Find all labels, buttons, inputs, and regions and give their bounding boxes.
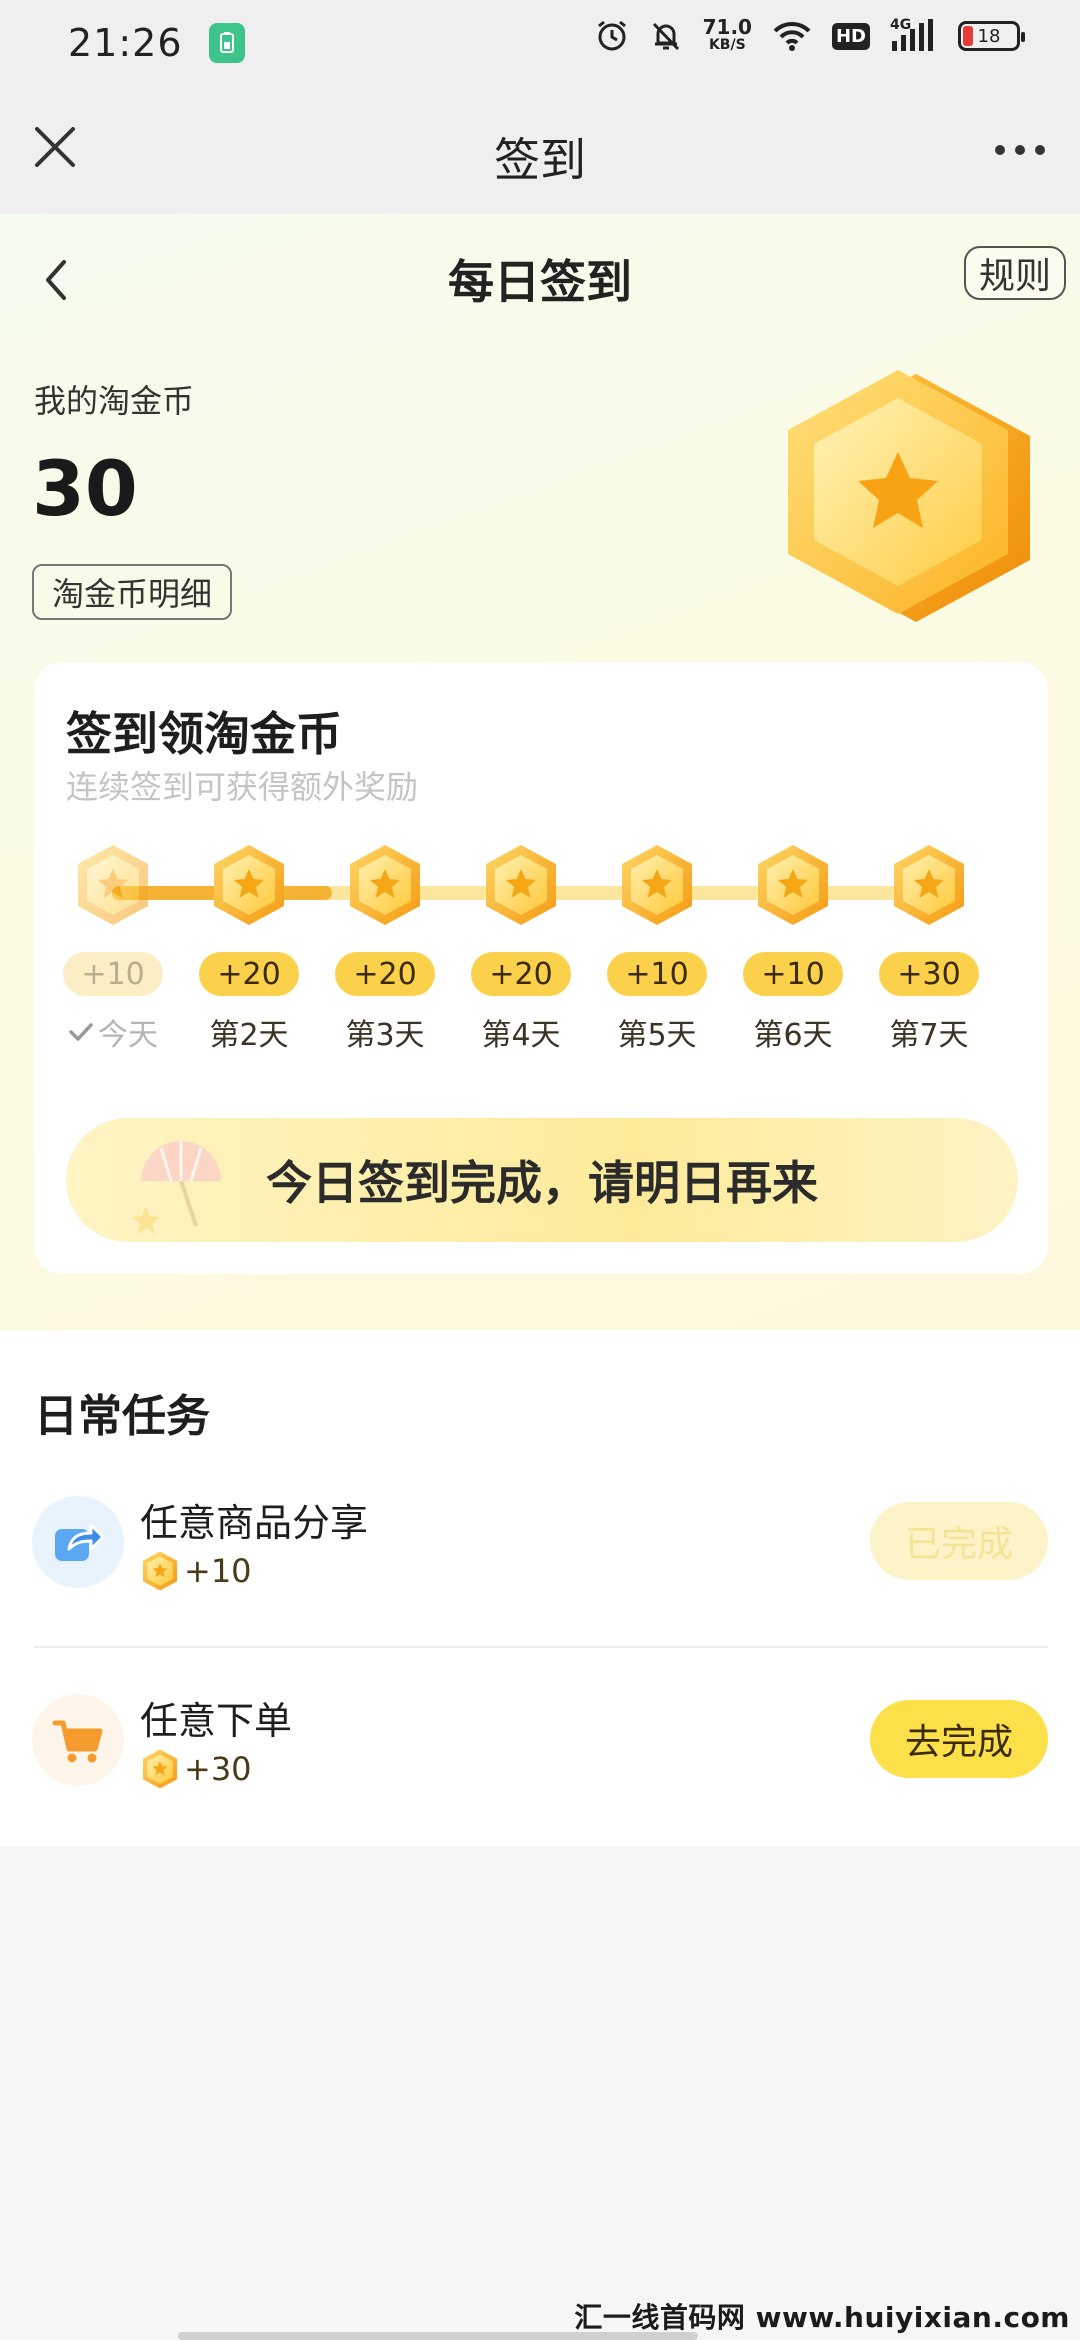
signin-day: +20 第3天 [320, 842, 450, 1053]
net-speed: 71.0 KB/S [703, 17, 752, 54]
signin-done-label: 今日签到完成，请明日再来 [266, 1156, 818, 1210]
wifi-icon [773, 21, 811, 51]
task-go-button[interactable]: 去完成 [870, 1700, 1048, 1778]
coin-badge-icon [788, 370, 1030, 622]
signin-day: +10 今天 [48, 842, 178, 1053]
battery-icon: 18 [958, 21, 1025, 51]
day-reward: +20 [471, 952, 571, 996]
alarm-icon [597, 20, 626, 51]
day-reward: +30 [879, 952, 979, 996]
coin-icon [345, 842, 425, 928]
coin-balance-value: 30 [32, 444, 138, 533]
day-label: 今天 [68, 1012, 158, 1053]
day-reward: +20 [199, 952, 299, 996]
coin-icon [140, 1550, 180, 1592]
coin-icon [140, 1748, 180, 1790]
task-name: 任意下单 [140, 1699, 293, 1743]
signin-day: +10 第6天 [728, 842, 858, 1053]
task-reward: +30 [140, 1748, 252, 1790]
day-label: 第3天 [345, 1018, 425, 1053]
coin-icon [889, 842, 969, 928]
mini-program-title-bar: 签到 [0, 86, 1080, 214]
task-completed-button[interactable]: 已完成 [870, 1502, 1048, 1580]
signal-label: 4G [890, 17, 912, 33]
daily-tasks-section: 日常任务 任意商品分享 +10 已完成 任意下单 +30 去完成 [0, 1330, 1080, 1846]
task-item: 任意商品分享 +10 已完成 [0, 1470, 1080, 1660]
cart-icon [32, 1694, 124, 1786]
beach-umbrella-icon [132, 1141, 221, 1234]
mute-bell-icon [652, 22, 679, 51]
task-reward-value: +10 [184, 1552, 252, 1590]
divider [34, 1646, 1048, 1648]
check-icon [69, 1023, 93, 1041]
share-icon [32, 1496, 124, 1588]
day-label: 第5天 [617, 1018, 697, 1053]
day-label: 第6天 [753, 1018, 833, 1053]
day-label: 第2天 [209, 1018, 289, 1053]
battery-saver-icon [208, 23, 245, 63]
coin-icon [481, 842, 561, 928]
signin-done-button[interactable]: 今日签到完成，请明日再来 [66, 1118, 1018, 1242]
battery-level: 18 [977, 25, 1001, 47]
daily-tasks-title: 日常任务 [34, 1391, 210, 1442]
net-speed-unit: KB/S [708, 37, 746, 53]
coin-icon [209, 842, 289, 928]
coin-icon [753, 842, 833, 928]
more-icon[interactable] [990, 130, 1050, 170]
coin-icon [73, 842, 153, 928]
task-name: 任意商品分享 [140, 1501, 369, 1545]
rules-button[interactable]: 规则 [964, 246, 1066, 300]
signin-days: +10 今天 +20 第2天 +20 第3天 +20 第4天 +10 第5天 +… [48, 842, 1008, 1053]
signin-day: +30 第7天 [864, 842, 994, 1053]
day-label: 第4天 [481, 1018, 561, 1053]
status-icons: 71.0 KB/S HD 4G 18 [595, 17, 1025, 54]
coin-icon [617, 842, 697, 928]
day-label-text: 今天 [98, 1018, 158, 1053]
hd-badge: HD [831, 22, 870, 50]
task-item: 任意下单 +30 去完成 [0, 1668, 1080, 1858]
signin-day: +20 第2天 [184, 842, 314, 1053]
status-time: 21:26 [68, 21, 183, 65]
status-bar: 21:26 71.0 KB/S HD 4G 18 [0, 0, 1080, 86]
coin-detail-button[interactable]: 淘金币明细 [32, 564, 232, 620]
coin-balance-label: 我的淘金币 [34, 382, 195, 420]
home-indicator[interactable] [178, 2332, 698, 2340]
day-label: 第7天 [889, 1018, 969, 1053]
signin-day: +20 第4天 [456, 842, 586, 1053]
task-reward: +10 [140, 1550, 252, 1592]
signin-subtitle: 连续签到可获得额外奖励 [66, 768, 419, 806]
signin-card: 签到领淘金币 连续签到可获得额外奖励 +10 今天 +20 第2天 +20 第3… [34, 662, 1048, 1274]
signin-title: 签到领淘金币 [66, 707, 342, 761]
task-reward-value: +30 [184, 1750, 252, 1788]
day-reward: +10 [63, 952, 163, 996]
hero-title: 每日签到 [448, 255, 632, 309]
page-title: 签到 [494, 133, 586, 187]
day-reward: +20 [335, 952, 435, 996]
signin-day: +10 第5天 [592, 842, 722, 1053]
signal-icon: 4G [890, 17, 938, 53]
watermark: 汇一线首码网 www.huiyixian.com [574, 2301, 1070, 2334]
day-reward: +10 [743, 952, 843, 996]
day-reward: +10 [607, 952, 707, 996]
